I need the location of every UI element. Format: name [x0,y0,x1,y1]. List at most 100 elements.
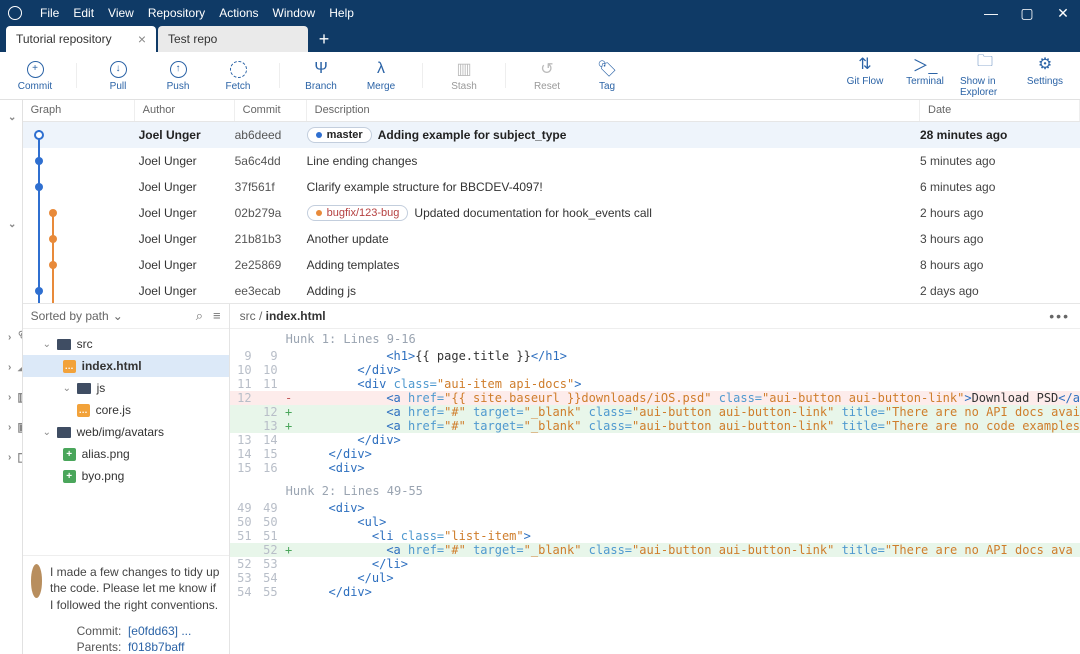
sort-dropdown[interactable]: Sorted by path⌄ [31,309,123,323]
commit-date: 2 hours ago [920,206,1080,220]
commit-button[interactable]: +Commit [10,59,60,92]
file-alias-png[interactable]: +alias.png [23,443,229,465]
commit-row[interactable]: Joel Unger2e25869Adding templates8 hours… [23,252,1080,278]
sidebar-stashes-header[interactable]: ›▥STASHES [0,386,22,408]
col-description[interactable]: Description [307,100,920,121]
commit-row[interactable]: Joel Ungerab6deedmasterAdding example fo… [23,122,1080,148]
sidebar-history[interactable]: History [0,163,23,183]
col-date[interactable]: Date [920,100,1080,121]
diff-line[interactable]: 5455 </div> [230,585,1080,599]
diff-line[interactable]: 5354 </ul> [230,571,1080,585]
commit-row[interactable]: Joel Unger21b81b3Another update3 hours a… [23,226,1080,252]
diff-line[interactable]: 1314 </div> [230,433,1080,447]
diff-line[interactable]: 99 <h1>{{ page.title }}</h1> [230,349,1080,363]
col-graph[interactable]: Graph [23,100,135,121]
diff-line[interactable]: 52+ <a href="#" target="_blank" class="a… [230,543,1080,557]
window-min-button[interactable]: — [982,5,1000,21]
sidebar-file-status[interactable]: File status [0,129,23,163]
window-max-button[interactable]: ▢ [1018,5,1036,22]
line-no-old: 13 [230,433,256,447]
chevron-down-icon: ⌄ [8,219,16,230]
commit-row[interactable]: Joel Unger5a6c4ddLine ending changes5 mi… [23,148,1080,174]
diff-line[interactable]: 5050 <ul> [230,515,1080,529]
chevron-right-icon: › [8,332,11,343]
folder-js[interactable]: ⌄js [23,377,229,399]
diff-line[interactable]: 5253 </li> [230,557,1080,571]
reset-button[interactable]: ↺Reset [522,59,572,92]
col-commit[interactable]: Commit [235,100,307,121]
new-tab-button[interactable]: + [310,26,338,52]
line-no-new: 54 [256,571,282,585]
commit-row[interactable]: Joel Unger37f561fClarify example structu… [23,174,1080,200]
sidebar-branches-header[interactable]: ⌄ΨBRANCHES [0,213,22,235]
menu-view[interactable]: View [108,6,134,20]
commit-row[interactable]: Joel Unger02b279abugfix/123-bugUpdated d… [23,200,1080,226]
col-author[interactable]: Author [135,100,235,121]
sidebar: ⌄🖵WORKSPACE File status History Search ⌄… [0,100,23,654]
sidebar-search[interactable]: Search [0,183,23,203]
diff-line[interactable]: 1415 </div> [230,447,1080,461]
branch-button[interactable]: ΨBranch [296,59,346,92]
fetch-button[interactable]: Fetch [213,59,263,92]
commit-row[interactable]: Joel Ungeree3ecabAdding js2 days ago [23,278,1080,304]
gitflow-button[interactable]: ⇅Git Flow [840,54,890,98]
diff-line[interactable]: 4949 <div> [230,501,1080,515]
explorer-button[interactable]: 🗀Show in Explorer [960,54,1010,98]
diff-line[interactable]: 1010 </div> [230,363,1080,377]
stash-button[interactable]: ▥Stash [439,59,489,92]
menu-edit[interactable]: Edit [73,6,94,20]
search-icon[interactable]: ⌕ [196,308,203,324]
tab-testrepo[interactable]: Test repo [158,26,308,52]
commit-date: 3 hours ago [920,232,1080,246]
branch-123-bug[interactable]: ○123-bug [0,262,23,296]
file-core-js[interactable]: …core.js [23,399,229,421]
terminal-button[interactable]: ＞_Terminal [900,54,950,98]
commit-date: 28 minutes ago [920,128,1080,142]
menu-window[interactable]: Window [273,6,316,20]
list-options-icon[interactable]: ≡ [213,308,221,324]
tag-button[interactable]: 🏷Tag [582,59,632,92]
folder-src[interactable]: ⌄src [23,333,229,355]
line-no-new: 12 [256,405,282,419]
sidebar-submodules-header[interactable]: ›▣SUBMODULES [0,416,22,438]
folder-avatars[interactable]: ⌄web/img/avatars [23,421,229,443]
menu-actions[interactable]: Actions [219,6,258,20]
sidebar-workspace-header[interactable]: ⌄🖵WORKSPACE [0,106,22,129]
file-byo-png[interactable]: +byo.png [23,465,229,487]
sidebar-remotes-header[interactable]: ›☁REMOTES [0,356,22,378]
diff-line[interactable]: 5151 <li class="list-item"> [230,529,1080,543]
diff-line[interactable]: 12+ <a href="#" target="_blank" class="a… [230,405,1080,419]
sidebar-tags-header[interactable]: ›🏷TAGS [0,326,22,348]
diff-line[interactable]: 1111 <div class="aui-item api-docs"> [230,377,1080,391]
line-no-new: 55 [256,585,282,599]
chevron-down-icon: ⌄ [43,339,51,350]
crumb-dir[interactable]: src / [240,309,266,323]
menu-repository[interactable]: Repository [148,6,205,20]
diff-gutter: + [282,405,296,419]
merge-button[interactable]: λMerge [356,59,406,92]
folder-icon [57,339,71,350]
diff-line[interactable]: 1516 <div> [230,461,1080,475]
file-index-html[interactable]: …index.html [23,355,229,377]
diff-options-button[interactable]: ••• [1049,308,1070,324]
pull-button[interactable]: ↓Pull [93,59,143,92]
diff-line[interactable]: 13+ <a href="#" target="_blank" class="a… [230,419,1080,433]
window-close-button[interactable]: ✕ [1054,5,1072,22]
settings-button[interactable]: ⚙Settings [1020,54,1070,98]
up-arrow-icon: ↑ [170,61,187,78]
chevron-down-icon: ⌄ [113,309,123,323]
diff-body: Hunk 1: Lines 9-16 99 <h1>{{ page.title … [230,329,1080,654]
push-button[interactable]: ↑Push [153,59,203,92]
commit-hash: 21b81b3 [235,232,307,246]
branch-master[interactable]: master [0,296,23,316]
tab-tutorial[interactable]: Tutorial repository × [6,26,156,52]
diff-line[interactable]: 12- <a href="{{ site.baseurl }}downloads… [230,391,1080,405]
line-no-old: 52 [230,557,256,571]
branch-folder-bugfix[interactable]: ⌄🗀bugfix [0,235,23,262]
menu-file[interactable]: File [40,6,59,20]
added-icon: + [63,448,76,461]
menu-help[interactable]: Help [329,6,354,20]
commit-date: 6 minutes ago [920,180,1080,194]
sidebar-subtrees-header[interactable]: ›◫SUBTREES [0,446,22,468]
close-icon[interactable]: × [138,31,146,47]
